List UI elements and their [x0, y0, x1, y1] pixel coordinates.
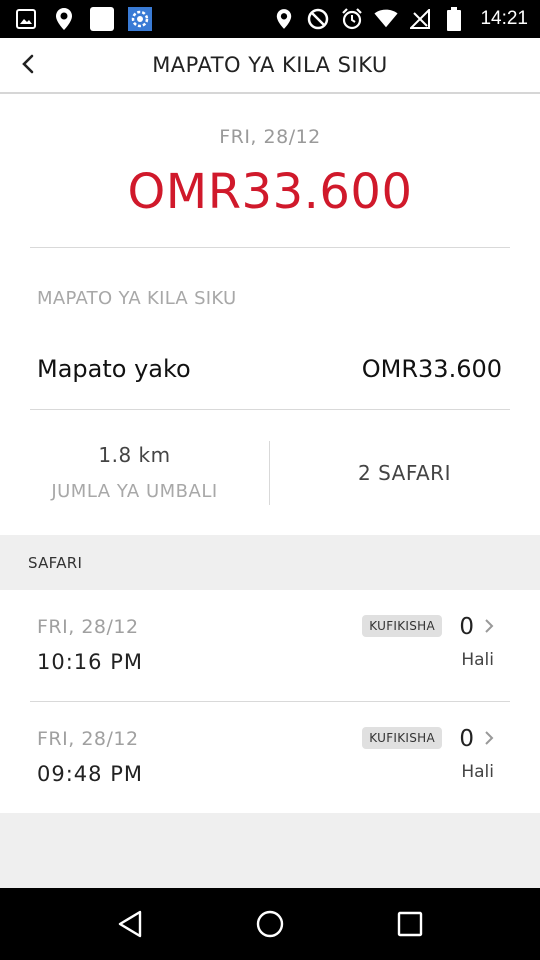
chevron-right-icon: [485, 619, 494, 633]
recents-square-icon: [397, 911, 423, 937]
trip-date: FRI, 28/12: [37, 728, 139, 750]
do-not-disturb-icon: [306, 7, 330, 31]
trip-status: Hali: [461, 650, 494, 670]
earnings-value: OMR33.600: [361, 354, 502, 383]
trip-time: 09:48 PM: [37, 762, 143, 786]
summary-total: OMR33.600: [127, 164, 413, 220]
trips-section-header: SAFARI: [0, 535, 540, 590]
earnings-section-title: MAPATO YA KILA SIKU: [37, 288, 237, 309]
battery-icon: [442, 7, 466, 31]
empty-area: [0, 813, 540, 888]
trip-date: FRI, 28/12: [37, 616, 139, 638]
trip-type-badge: KUFIKISHA: [362, 727, 442, 749]
back-triangle-icon: [118, 910, 142, 938]
settings-icon: [128, 7, 152, 31]
chevron-right-icon: [485, 731, 494, 745]
main-content: FRI, 28/12 OMR33.600 MAPATO YA KILA SIKU…: [0, 94, 540, 814]
nav-back-button[interactable]: [100, 894, 160, 954]
trip-time: 10:16 PM: [37, 650, 143, 674]
location-pin-icon: [272, 7, 296, 31]
alarm-icon: [340, 7, 364, 31]
no-signal-icon: [408, 7, 432, 31]
trip-fare: 0: [459, 614, 474, 640]
earnings-label: Mapato yako: [37, 354, 191, 383]
distance-value: 1.8 km: [98, 443, 171, 467]
home-circle-icon: [256, 910, 284, 938]
summary-date: FRI, 28/12: [219, 126, 321, 148]
earnings-row: Mapato yako OMR33.600: [30, 344, 510, 410]
distance-label: JUMLA YA UMBALI: [51, 481, 218, 502]
nav-home-button[interactable]: [240, 894, 300, 954]
status-time: 14:21: [480, 8, 528, 29]
trip-row[interactable]: FRI, 28/12 10:16 PM KUFIKISHA 0 Hali: [30, 590, 510, 702]
trip-status: Hali: [461, 762, 494, 782]
location-pin-icon: [52, 7, 76, 31]
distance-stat: 1.8 km JUMLA YA UMBALI: [0, 443, 269, 502]
app-bar: MAPATO YA KILA SIKU: [0, 38, 540, 94]
system-nav-bar: [0, 888, 540, 960]
status-bar-left: [14, 7, 152, 31]
status-bar-right: 14:21: [272, 7, 528, 31]
wifi-icon: [374, 7, 398, 31]
status-bar: 14:21: [0, 0, 540, 38]
stats-row: 1.8 km JUMLA YA UMBALI 2 SAFARI: [0, 410, 540, 535]
trips-stat: 2 SAFARI: [270, 461, 539, 485]
chevron-left-icon: [21, 54, 35, 78]
square-icon: [90, 7, 114, 31]
page-title: MAPATO YA KILA SIKU: [152, 53, 388, 77]
trip-type-badge: KUFIKISHA: [362, 615, 442, 637]
trip-row[interactable]: FRI, 28/12 09:48 PM KUFIKISHA 0 Hali: [30, 702, 510, 814]
nav-recents-button[interactable]: [380, 894, 440, 954]
trip-fare: 0: [459, 726, 474, 752]
trips-count: 2 SAFARI: [358, 460, 451, 485]
summary-card: FRI, 28/12 OMR33.600: [30, 94, 510, 248]
image-icon: [14, 7, 38, 31]
back-button[interactable]: [6, 44, 50, 88]
